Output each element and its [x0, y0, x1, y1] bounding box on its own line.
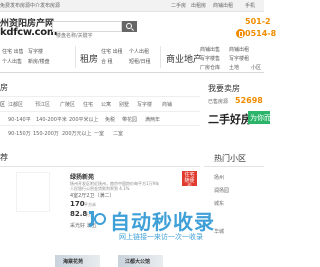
filter-option[interactable]: 140-200平米: [36, 116, 67, 123]
nav-divider: [0, 72, 264, 73]
filter-option[interactable]: 商铺: [162, 101, 172, 108]
search-box: [52, 21, 122, 41]
listing-layout: 4室2厅2卫（满二）: [70, 193, 115, 199]
sell-panel: 我要卖房 已售房源 52698 二手好房 为你而选: [200, 78, 278, 136]
nav-commercial[interactable]: 商业地产: [166, 52, 202, 65]
topbar-link-shop-rent[interactable]: 商铺出租: [213, 2, 233, 9]
filter-option[interactable]: 免税: [105, 116, 115, 123]
search-input[interactable]: [53, 31, 121, 41]
phone-number-1: 501-2: [245, 17, 271, 26]
nav-separator: [75, 46, 76, 68]
watermark: 自动秒收录 网上链接一来访一次一收录: [86, 206, 266, 250]
filter-option[interactable]: 别墅: [119, 101, 129, 108]
hot-community-item[interactable]: 润扬园: [214, 187, 229, 194]
listing-area: 170: [70, 200, 85, 208]
search-icon: [126, 23, 132, 29]
top-bar: 免费发布房源 中介发布房源 二手房 出租房 商铺出租 手机: [0, 0, 264, 12]
filter-option[interactable]: 写字楼: [137, 101, 152, 108]
watermark-subtext: 网上链接一来访一次一收录: [119, 233, 203, 241]
nav-ershou-sub-4[interactable]: 新房/楼盘: [28, 58, 50, 65]
listing-badge[interactable]: 住宅 随便看: [182, 171, 197, 190]
nav-commercial-sub-1[interactable]: 商铺出售: [200, 46, 220, 53]
nav-rent-sub-3[interactable]: 合 租: [101, 58, 113, 65]
hot-community-item[interactable]: 扬州: [214, 174, 224, 181]
filter-option[interactable]: 邗江区: [35, 101, 50, 108]
sold-count-label: 已售房源: [208, 99, 229, 105]
topbar-link-free-post[interactable]: 免费发布房源: [0, 2, 30, 9]
topbar-link-mobile[interactable]: 手机: [245, 2, 255, 9]
nav-ershou-sub-3[interactable]: 个人出售: [2, 58, 22, 65]
site-logo-domain[interactable]: kdfcw.com: [0, 27, 57, 38]
filter-label-district: 区: [0, 102, 6, 108]
nav-commercial-sub-5[interactable]: 厂房仓库: [200, 64, 220, 71]
hot-communities-title: 热门小区: [214, 154, 246, 163]
watermark-logo-icon: [89, 211, 106, 227]
topbar-link-rent[interactable]: 出租房: [191, 2, 206, 9]
filter-option[interactable]: 150-200万: [33, 130, 59, 137]
nav-rent-sub-2[interactable]: 个人出租: [129, 48, 149, 55]
nav-commercial-sub-3[interactable]: 写字楼售: [200, 55, 220, 62]
filter-option[interactable]: 满两年: [145, 116, 160, 123]
nav-rent-sub-1[interactable]: 住宅 出租: [101, 48, 123, 55]
green-tag-label: 为你而选: [250, 114, 278, 122]
topbar-link-ershou[interactable]: 二手房: [171, 2, 186, 9]
listing-name[interactable]: 海棠花苑: [63, 258, 83, 265]
phone-icon: [236, 29, 245, 38]
sold-count: 52698: [235, 96, 263, 105]
nav-commercial-sub-6[interactable]: 土地: [229, 64, 239, 71]
listing-name[interactable]: 绿扬新苑: [70, 172, 94, 181]
hot-divider: [204, 166, 264, 167]
nav-commercial-sub-4[interactable]: 写字楼租: [229, 55, 249, 62]
nav-separator: [160, 46, 161, 68]
filter-option[interactable]: 住宅: [83, 101, 93, 108]
green-tag[interactable]: 为你而选: [248, 111, 278, 124]
ershou-headline: 二手好房: [208, 113, 252, 126]
nav-ershou-sub-2[interactable]: 写字楼: [28, 48, 43, 55]
search-button[interactable]: [122, 21, 137, 32]
listing-title: 荐: [0, 153, 8, 162]
filter-option[interactable]: 200平米以上: [69, 116, 99, 123]
listing-image[interactable]: [16, 172, 50, 212]
phone-number-2: 0514-8: [245, 29, 277, 38]
listing-price: 82.8: [70, 210, 88, 218]
filter-divider: [0, 111, 200, 112]
filter-option[interactable]: 200万元以上: [62, 130, 92, 137]
filter-option[interactable]: 90-150万: [8, 130, 31, 137]
filter-option[interactable]: 二室: [113, 130, 123, 137]
sell-panel-title[interactable]: 我要卖房: [208, 83, 240, 94]
nav-rent-sub-4[interactable]: 短租/日租: [129, 58, 151, 65]
listing-divider: [0, 166, 200, 167]
filter-option[interactable]: 广陵区: [60, 101, 75, 108]
listing-name[interactable]: 江都大公馆: [125, 258, 150, 265]
filter-option[interactable]: 公寓: [101, 101, 111, 108]
filter-option[interactable]: 带花园: [122, 116, 137, 123]
filter-divider: [0, 125, 200, 126]
listing-badge-label: 住宅 随便看: [184, 172, 195, 190]
nav-commercial-sub-2[interactable]: 商铺出租: [229, 46, 249, 53]
filter-option[interactable]: 90-140平: [8, 116, 31, 123]
topbar-link-agent-post[interactable]: 中介发布房源: [30, 2, 60, 9]
nav-rent[interactable]: 租房: [80, 52, 98, 65]
nav-ershou-sub-1[interactable]: 住宅 出售: [2, 48, 24, 55]
nav-commercial-sub-7[interactable]: 小区: [251, 64, 261, 71]
filter-option[interactable]: 一室: [94, 130, 104, 137]
filter-section-title: 房: [0, 83, 8, 92]
filter-option[interactable]: 江都区: [8, 101, 23, 108]
filter-divider: [0, 96, 200, 97]
watermark-text: 自动秒收录: [110, 210, 215, 234]
